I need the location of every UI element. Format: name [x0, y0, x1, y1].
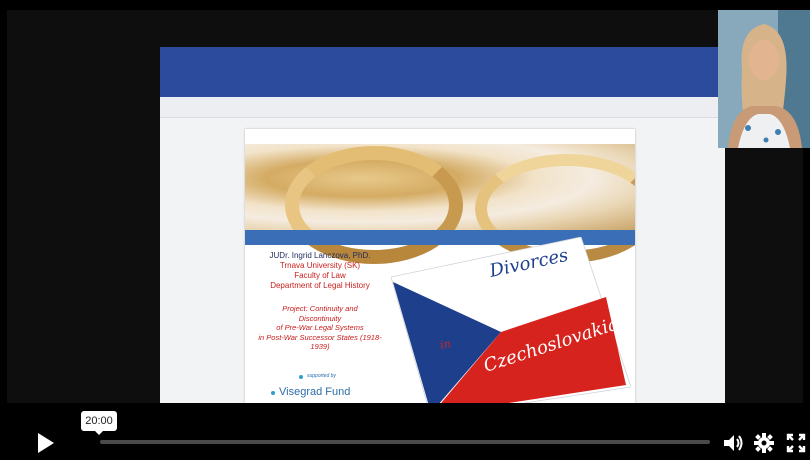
- author-block: JUDr. Ingrid Lanczova, PhD. Trnava Unive…: [245, 251, 395, 291]
- presenter-webcam: [718, 10, 810, 148]
- play-icon: [38, 433, 54, 453]
- author-name: JUDr. Ingrid Lanczova, PhD.: [269, 251, 371, 260]
- play-button[interactable]: [34, 431, 56, 455]
- volume-icon: [724, 435, 743, 451]
- presenter-silhouette: [718, 10, 810, 148]
- project-line: of Pre-War Legal Systems: [276, 323, 364, 332]
- fullscreen-icon: [786, 433, 806, 453]
- progress-bar[interactable]: [100, 440, 710, 444]
- shared-app-header: [160, 47, 725, 97]
- affiliation-line: Faculty of Law: [294, 271, 346, 280]
- supported-by-label: supported by: [307, 373, 336, 379]
- affiliation-line: Department of Legal History: [270, 281, 370, 290]
- project-block: Project: Continuity and Discontinuity of…: [245, 304, 395, 352]
- divorces-logo: Divorces in Czechoslovakia: [391, 237, 631, 413]
- visegrad-fund-label: Visegrad Fund: [279, 386, 351, 398]
- wedding-rings-photo: [245, 144, 635, 264]
- shared-screen: JUDr. Ingrid Lanczova, PhD. Trnava Unive…: [160, 47, 725, 413]
- control-bar: [0, 403, 810, 457]
- project-line: 1939): [310, 342, 330, 351]
- project-line: Discontinuity: [298, 313, 342, 323]
- project-line: in Post-War Successor States (1918-: [258, 332, 382, 342]
- fullscreen-button[interactable]: [785, 432, 807, 454]
- affiliation-line: Trnava University (SK): [279, 261, 361, 270]
- video-frame: JUDr. Ingrid Lanczova, PhD. Trnava Unive…: [7, 10, 803, 413]
- bullet-dot: [271, 391, 275, 395]
- video-player[interactable]: JUDr. Ingrid Lanczova, PhD. Trnava Unive…: [0, 0, 810, 457]
- time-tooltip: 20:00: [81, 411, 117, 435]
- settings-button[interactable]: [753, 432, 775, 454]
- volume-button[interactable]: [722, 432, 744, 454]
- shared-app-toolbar: [160, 97, 725, 118]
- slide-document: JUDr. Ingrid Lanczova, PhD. Trnava Unive…: [245, 129, 635, 413]
- bullet-dot: [299, 375, 303, 379]
- gear-icon: [754, 433, 774, 453]
- project-line: Project: Continuity and: [282, 304, 358, 313]
